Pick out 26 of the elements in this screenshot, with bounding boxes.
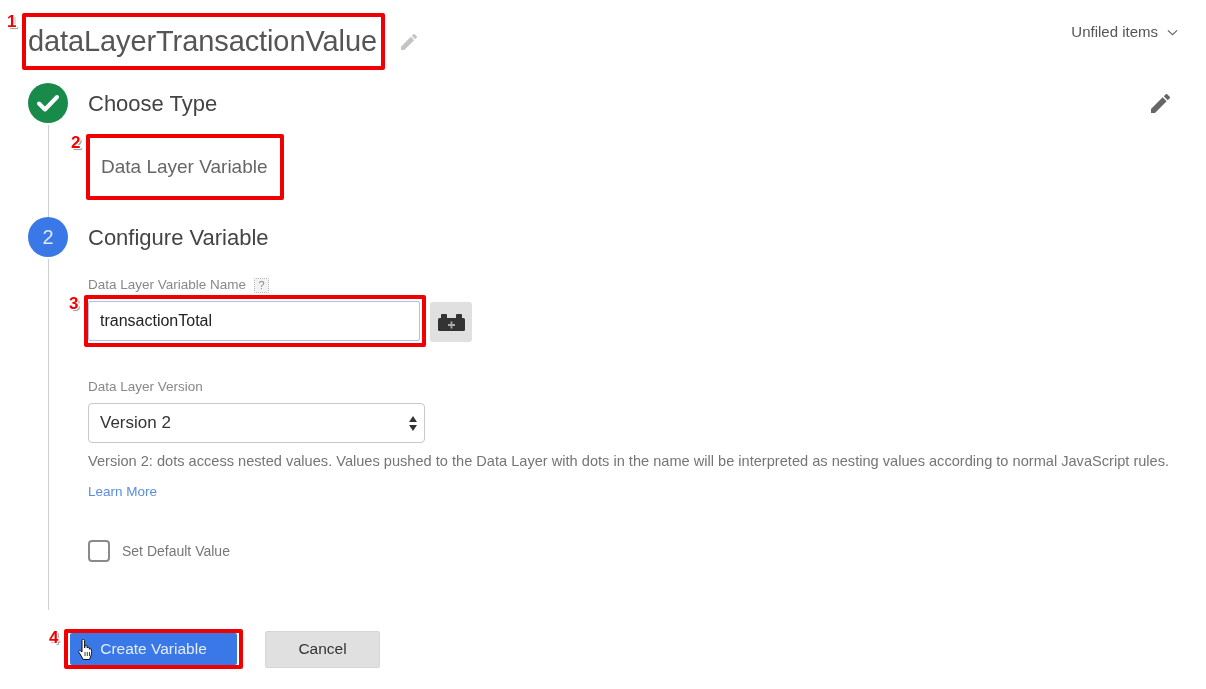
- callout-number: 3: [69, 295, 79, 312]
- step-title: Choose Type: [88, 89, 218, 118]
- brick-plus-icon: [437, 313, 465, 331]
- checkbox-label: Set Default Value: [122, 541, 230, 561]
- check-circle-icon: [28, 83, 68, 123]
- checkbox[interactable]: [88, 540, 110, 562]
- variable-picker-button[interactable]: [430, 302, 472, 342]
- field-label: Data Layer Version: [88, 379, 203, 395]
- folder-dropdown[interactable]: Unfiled items: [1071, 21, 1178, 44]
- page-title: dataLayerTransactionValue: [27, 24, 378, 59]
- sort-arrows-icon: [409, 415, 417, 431]
- step-number: 2: [28, 217, 68, 257]
- create-button[interactable]: Create Variable: [70, 633, 237, 665]
- text-input-field[interactable]: transactionTotal: [88, 301, 420, 341]
- callout-number: 4: [49, 629, 59, 646]
- cancel-button[interactable]: Cancel: [265, 630, 380, 668]
- field-label: Data Layer Variable Name: [88, 277, 247, 293]
- chevron-down-icon: [1167, 28, 1178, 36]
- step-title: Configure Variable: [88, 223, 269, 252]
- callout-number: 2: [71, 134, 81, 151]
- pencil-icon[interactable]: [1151, 93, 1170, 113]
- callout-number: 1: [7, 13, 17, 30]
- hand-cursor-icon: [77, 639, 94, 660]
- step-summary: Data Layer Variable: [101, 154, 268, 179]
- help-text: Version 2: dots access nested values. Values pushed to the Data Layer with dots in the name will be interpreted as nesting values according to normal JavaScript rules.: [88, 453, 1171, 470]
- version-select[interactable]: Version 2: [88, 403, 425, 443]
